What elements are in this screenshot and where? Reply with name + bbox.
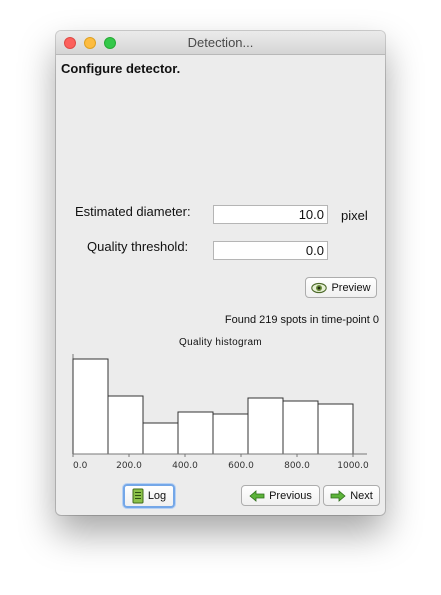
histogram-bar [282,400,319,455]
diameter-field[interactable]: 10.0 [213,205,328,224]
log-label: Log [147,490,167,502]
panel-heading: Configure detector. [61,61,181,76]
histogram-bar [212,413,249,455]
histogram-bar [142,422,179,455]
eye-icon [311,282,328,293]
histogram-bar [247,397,284,455]
detection-window: Detection... Configure detector. Estimat… [56,31,385,515]
next-button[interactable]: Next [323,485,380,506]
histogram-bar [107,395,144,455]
log-button[interactable]: Log [123,484,175,508]
histogram-x-tick-label: 200.0 [116,461,142,469]
histogram-x-tick-label: 800.0 [284,461,310,469]
histogram-bar [72,358,109,455]
histogram-x-tick-label: 400.0 [172,461,198,469]
threshold-field[interactable]: 0.0 [213,241,328,260]
preview-label: Preview [331,281,371,294]
next-label: Next [350,489,373,502]
histogram-x-tick-label: 600.0 [228,461,254,469]
log-book-icon [132,488,144,504]
histogram-x-tick-label: 1000.0 [337,461,369,469]
diameter-unit: pixel [341,208,368,223]
histogram-title: Quality histogram [179,337,262,348]
arrow-left-icon [249,489,265,502]
quality-histogram: 0.0 200.0 400.0 600.0 800.0 1000.0 [72,354,369,469]
previous-label: Previous [269,489,312,502]
window-title: Detection... [187,35,254,50]
preview-button[interactable]: Preview [305,277,377,298]
threshold-label: Quality threshold: [87,239,189,254]
arrow-right-icon [330,489,346,502]
title-bar[interactable]: Detection... [56,31,385,55]
previous-button[interactable]: Previous [241,485,320,506]
histogram-bar [177,411,214,455]
diameter-label: Estimated diameter: [75,204,191,219]
histogram-x-tick-label: 0.0 [73,461,88,469]
spot-count-status: Found 219 spots in time-point 0 [224,314,379,326]
histogram-bar [317,403,354,455]
